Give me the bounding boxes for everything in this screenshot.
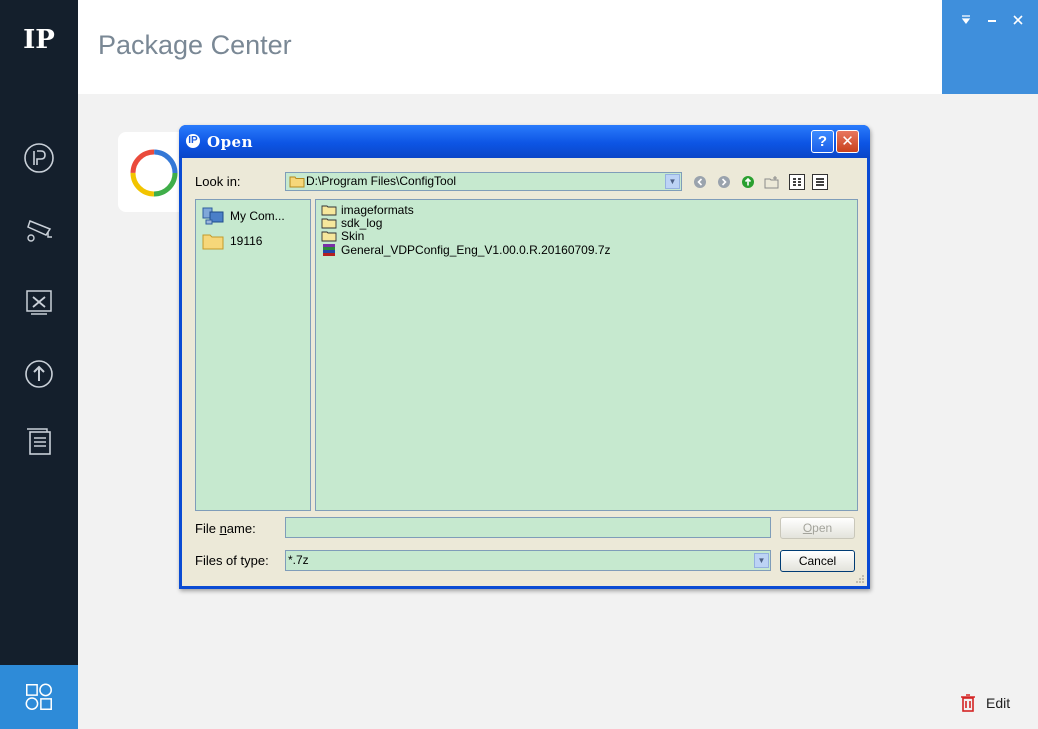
upgrade-icon — [25, 360, 53, 388]
dialog-close-button[interactable]: ✕ — [836, 130, 859, 153]
sidebar-item-tools[interactable] — [14, 280, 64, 324]
trash-icon — [961, 694, 975, 712]
folder-icon — [202, 234, 224, 250]
list-item[interactable]: General_VDPConfig_Eng_V1.00.0.R.20160709… — [321, 243, 611, 257]
help-button[interactable]: ? — [811, 130, 834, 153]
tools-icon — [26, 290, 52, 315]
menu-icon[interactable] — [958, 12, 974, 28]
file-name-input[interactable] — [285, 517, 771, 538]
up-folder-button[interactable] — [740, 174, 756, 190]
file-name: General_VDPConfig_Eng_V1.00.0.R.20160709… — [341, 243, 611, 257]
document-icon — [27, 428, 51, 455]
files-of-type-value: *.7z — [288, 553, 309, 567]
dialog-title: Open — [207, 133, 254, 151]
place-my-computer[interactable]: My Com... — [202, 206, 285, 226]
back-button[interactable] — [692, 174, 708, 190]
package-center-icon — [25, 683, 52, 710]
file-name: sdk_log — [341, 216, 383, 230]
app-small-icon: IP — [186, 134, 200, 148]
archive-icon — [323, 244, 335, 256]
look-in-path: D:\Program Files\ConfigTool — [306, 174, 457, 188]
camera-config-icon — [27, 220, 52, 242]
app-logo: IP — [23, 25, 55, 55]
file-list: imageformats sdk_log Skin General_VDPCon… — [315, 199, 858, 511]
detail-view-icon — [812, 174, 828, 190]
page-title: Package Center — [98, 30, 292, 60]
back-icon — [694, 176, 706, 188]
forward-button[interactable] — [716, 174, 732, 190]
new-folder-icon — [764, 176, 779, 189]
dialog-body: Look in: D:\Program Files\ConfigTool ▼ M… — [182, 158, 867, 586]
file-name: imageformats — [341, 203, 414, 217]
place-folder[interactable]: 19116 — [202, 232, 262, 250]
sidebar-item-document[interactable] — [14, 420, 64, 464]
sidebar: IP — [0, 0, 78, 729]
folder-icon — [289, 176, 305, 188]
files-of-type-select[interactable]: *.7z ▼ — [285, 550, 771, 571]
chevron-down-icon[interactable]: ▼ — [754, 553, 769, 568]
sidebar-item-camera-config[interactable] — [14, 208, 64, 252]
header: Package Center — [78, 0, 1038, 94]
list-item[interactable]: sdk_log — [321, 217, 382, 229]
places-panel: My Com... 19116 — [195, 199, 311, 511]
sidebar-item-package-center[interactable] — [0, 665, 78, 729]
ip-device-icon — [24, 143, 54, 173]
edit-button[interactable]: Edit — [960, 694, 1010, 712]
files-of-type-label: Files of type: — [195, 553, 269, 568]
file-name-label: File name: — [195, 521, 256, 536]
edit-label: Edit — [986, 695, 1011, 711]
sidebar-item-upgrade[interactable] — [14, 352, 64, 396]
folder-icon — [321, 205, 337, 216]
folder-icon — [321, 231, 337, 242]
dialog-titlebar[interactable]: IP Open ? ✕ — [179, 125, 870, 158]
list-view-icon — [789, 174, 805, 190]
detail-view-button[interactable] — [812, 174, 828, 190]
resize-grip-icon[interactable] — [855, 574, 865, 584]
file-name: Skin — [341, 229, 365, 243]
cancel-button[interactable]: Cancel — [780, 550, 855, 572]
chevron-down-icon[interactable]: ▼ — [665, 174, 680, 189]
up-arrow-icon — [742, 176, 754, 188]
place-label: 19116 — [230, 234, 263, 248]
look-in-label: Look in: — [195, 174, 241, 189]
forward-icon — [718, 176, 730, 188]
window-controls — [942, 0, 1038, 94]
open-button[interactable]: Open — [780, 517, 855, 539]
new-folder-button[interactable] — [764, 174, 780, 190]
sidebar-item-ip-device[interactable] — [14, 136, 64, 180]
minimize-icon[interactable] — [984, 12, 1000, 28]
list-item[interactable]: Skin — [321, 230, 364, 242]
close-icon[interactable] — [1010, 12, 1026, 28]
place-label: My Com... — [230, 209, 285, 223]
my-computer-icon — [202, 207, 224, 225]
folder-icon — [321, 218, 337, 229]
open-dialog: IP Open ? ✕ Look in: D:\Program Files\Co… — [179, 125, 870, 589]
list-item[interactable]: imageformats — [321, 204, 414, 216]
list-view-button[interactable] — [789, 174, 805, 190]
look-in-combo[interactable]: D:\Program Files\ConfigTool ▼ — [285, 172, 682, 191]
